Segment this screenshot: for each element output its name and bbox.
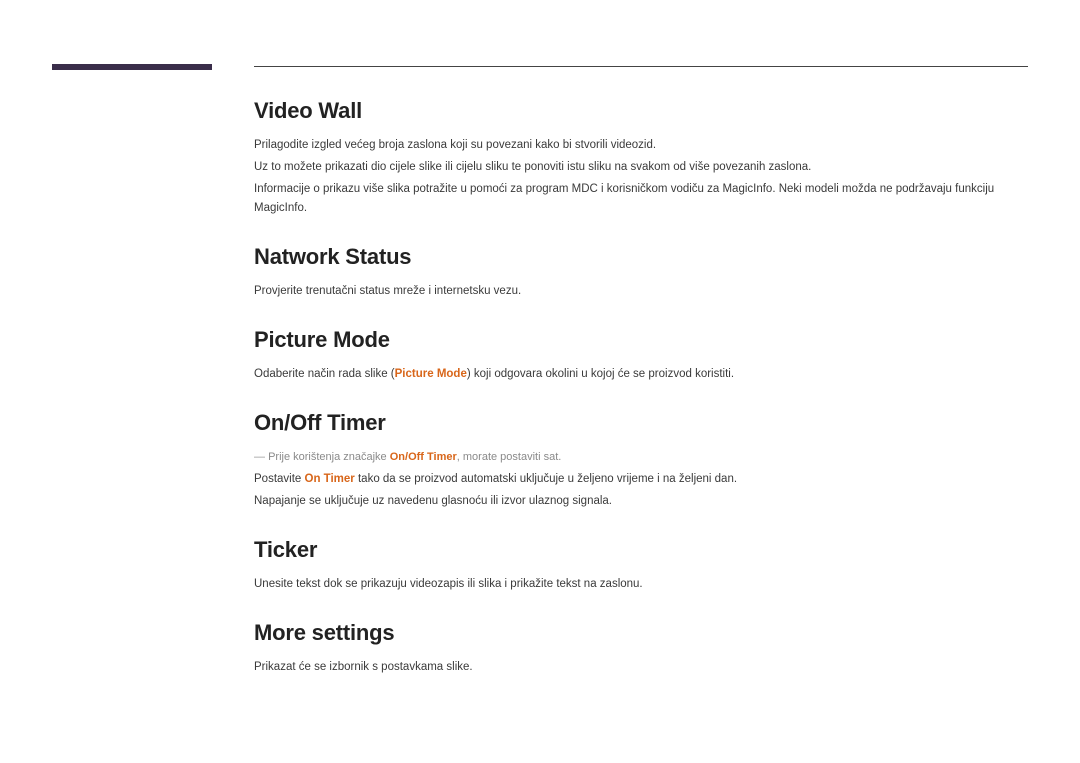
accent-bar [52,64,212,70]
text-fragment: Prije korištenja značajke [268,451,390,463]
paragraph: Napajanje se uključuje uz navedenu glasn… [254,492,1028,511]
paragraph: Unesite tekst dok se prikazuju videozapi… [254,575,1028,594]
top-rule [254,66,1028,67]
section-video-wall: Video Wall Prilagodite izgled većeg broj… [254,98,1028,218]
heading-network-status: Natwork Status [254,244,1028,270]
heading-picture-mode: Picture Mode [254,327,1028,353]
highlight-on-timer: On Timer [305,473,355,485]
heading-ticker: Ticker [254,537,1028,563]
paragraph: Uz to možete prikazati dio cijele slike … [254,158,1028,177]
section-ticker: Ticker Unesite tekst dok se prikazuju vi… [254,537,1028,594]
text-fragment: tako da se proizvod automatski uključuje… [355,473,737,485]
paragraph: Provjerite trenutačni status mreže i int… [254,282,1028,301]
highlight-on-off-timer: On/Off Timer [390,451,457,463]
heading-video-wall: Video Wall [254,98,1028,124]
content-area: Video Wall Prilagodite izgled većeg broj… [254,98,1028,703]
section-picture-mode: Picture Mode Odaberite način rada slike … [254,327,1028,384]
text-fragment: , morate postaviti sat. [457,451,562,463]
section-more-settings: More settings Prikazat će se izbornik s … [254,620,1028,677]
text-fragment: ) koji odgovara okolini u kojoj će se pr… [467,368,734,380]
note: Prije korištenja značajke On/Off Timer, … [254,448,1028,466]
paragraph: Informacije o prikazu više slika potraži… [254,180,1028,218]
text-fragment: Postavite [254,473,305,485]
paragraph: Postavite On Timer tako da se proizvod a… [254,470,1028,489]
paragraph: Odaberite način rada slike (Picture Mode… [254,365,1028,384]
paragraph: Prilagodite izgled većeg broja zaslona k… [254,136,1028,155]
text-fragment: Odaberite način rada slike ( [254,368,395,380]
heading-more-settings: More settings [254,620,1028,646]
section-on-off-timer: On/Off Timer Prije korištenja značajke O… [254,410,1028,511]
paragraph: Prikazat će se izbornik s postavkama sli… [254,658,1028,677]
highlight-picture-mode: Picture Mode [395,368,467,380]
heading-on-off-timer: On/Off Timer [254,410,1028,436]
section-network-status: Natwork Status Provjerite trenutačni sta… [254,244,1028,301]
